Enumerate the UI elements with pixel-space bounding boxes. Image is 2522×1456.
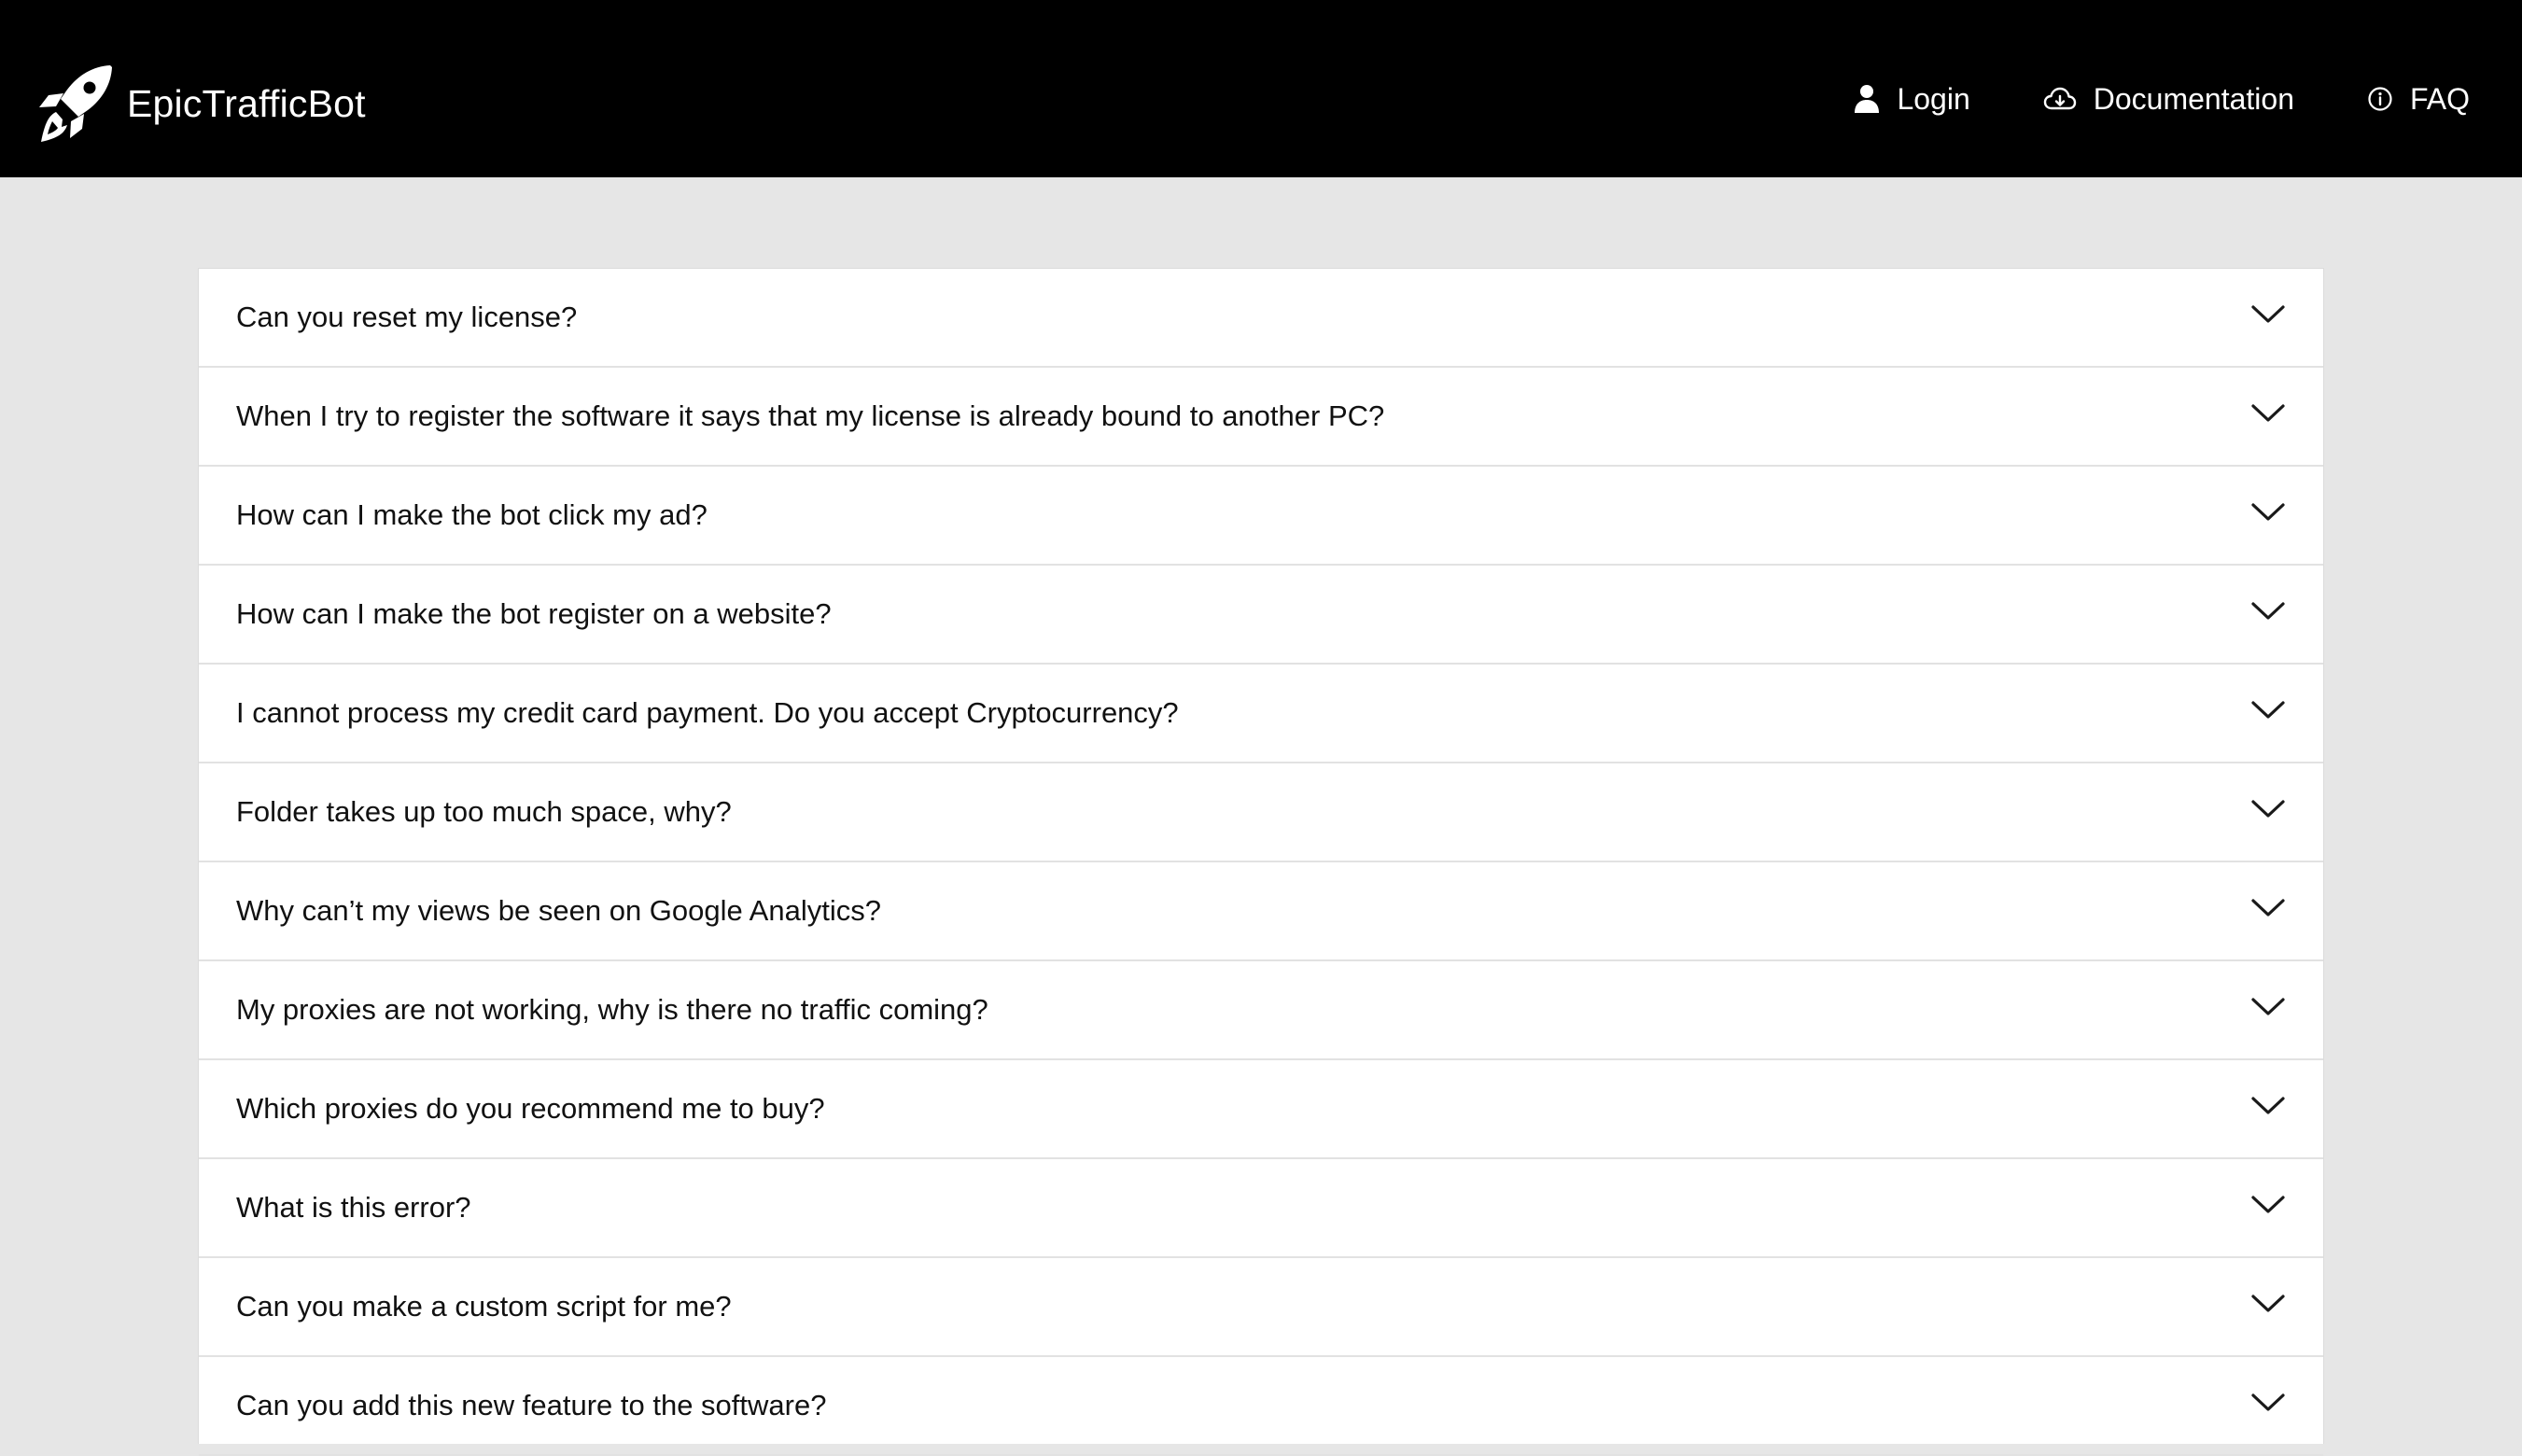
nav-faq-label: FAQ (2409, 81, 2470, 116)
brand-link[interactable]: EpicTrafficBot (35, 63, 366, 144)
faq-item[interactable]: Why can’t my views be seen on Google Ana… (199, 862, 2323, 961)
main-nav: Login Documentation FAQ (1854, 73, 2470, 125)
nav-faq[interactable]: FAQ (2367, 82, 2470, 117)
faq-item[interactable]: Can you add this new feature to the soft… (199, 1357, 2323, 1456)
chevron-down-icon[interactable] (2250, 699, 2286, 721)
faq-item[interactable]: When I try to register the software it s… (199, 368, 2323, 467)
faq-item[interactable]: Can you make a custom script for me? (199, 1258, 2323, 1357)
faq-item[interactable]: My proxies are not working, why is there… (199, 961, 2323, 1060)
faq-question: Can you reset my license? (236, 301, 578, 333)
faq-question: How can I make the bot register on a web… (236, 597, 832, 630)
faq-question: Which proxies do you recommend me to buy… (236, 1092, 825, 1125)
faq-question: When I try to register the software it s… (236, 399, 1385, 432)
chevron-down-icon[interactable] (2250, 600, 2286, 623)
chevron-down-icon[interactable] (2250, 1095, 2286, 1117)
user-icon (1855, 85, 1880, 113)
nav-documentation-label: Documentation (2093, 81, 2294, 116)
faq-question: Folder takes up too much space, why? (236, 795, 732, 828)
faq-item[interactable]: How can I make the bot register on a web… (199, 566, 2323, 665)
chevron-down-icon[interactable] (2250, 303, 2286, 326)
chevron-down-icon[interactable] (2250, 897, 2286, 919)
nav-login[interactable]: Login (1854, 81, 1970, 117)
faq-question: Can you add this new feature to the soft… (236, 1389, 827, 1421)
chevron-down-icon[interactable] (2250, 996, 2286, 1018)
faq-item[interactable]: Can you reset my license? (199, 269, 2323, 368)
faq-item[interactable]: How can I make the bot click my ad? (199, 467, 2323, 566)
chevron-down-icon[interactable] (2250, 1392, 2286, 1414)
chevron-down-icon[interactable] (2250, 402, 2286, 425)
faq-question: My proxies are not working, why is there… (236, 993, 988, 1026)
faq-item[interactable]: What is this error? (199, 1159, 2323, 1258)
rocket-icon (39, 65, 112, 142)
chevron-down-icon[interactable] (2250, 798, 2286, 820)
nav-login-label: Login (1897, 81, 1970, 116)
faq-question: Can you make a custom script for me? (236, 1290, 732, 1323)
faq-item[interactable]: Folder takes up too much space, why? (199, 763, 2323, 862)
faq-accordion: Can you reset my license? When I try to … (198, 268, 2324, 1456)
faq-question: What is this error? (236, 1191, 471, 1224)
brand-name: EpicTrafficBot (127, 81, 366, 125)
faq-question: I cannot process my credit card payment.… (236, 696, 1179, 729)
nav-documentation[interactable]: Documentation (2043, 82, 2294, 117)
info-circle-icon (2368, 87, 2392, 111)
chevron-down-icon[interactable] (2250, 1293, 2286, 1315)
cloud-download-icon (2043, 87, 2076, 110)
top-navbar: EpicTrafficBot Login Documentation FAQ (0, 0, 2522, 177)
chevron-down-icon[interactable] (2250, 501, 2286, 524)
faq-item[interactable]: Which proxies do you recommend me to buy… (199, 1060, 2323, 1159)
faq-question: How can I make the bot click my ad? (236, 498, 708, 531)
faq-item[interactable]: I cannot process my credit card payment.… (199, 665, 2323, 763)
chevron-down-icon[interactable] (2250, 1194, 2286, 1216)
faq-question: Why can’t my views be seen on Google Ana… (236, 894, 881, 927)
